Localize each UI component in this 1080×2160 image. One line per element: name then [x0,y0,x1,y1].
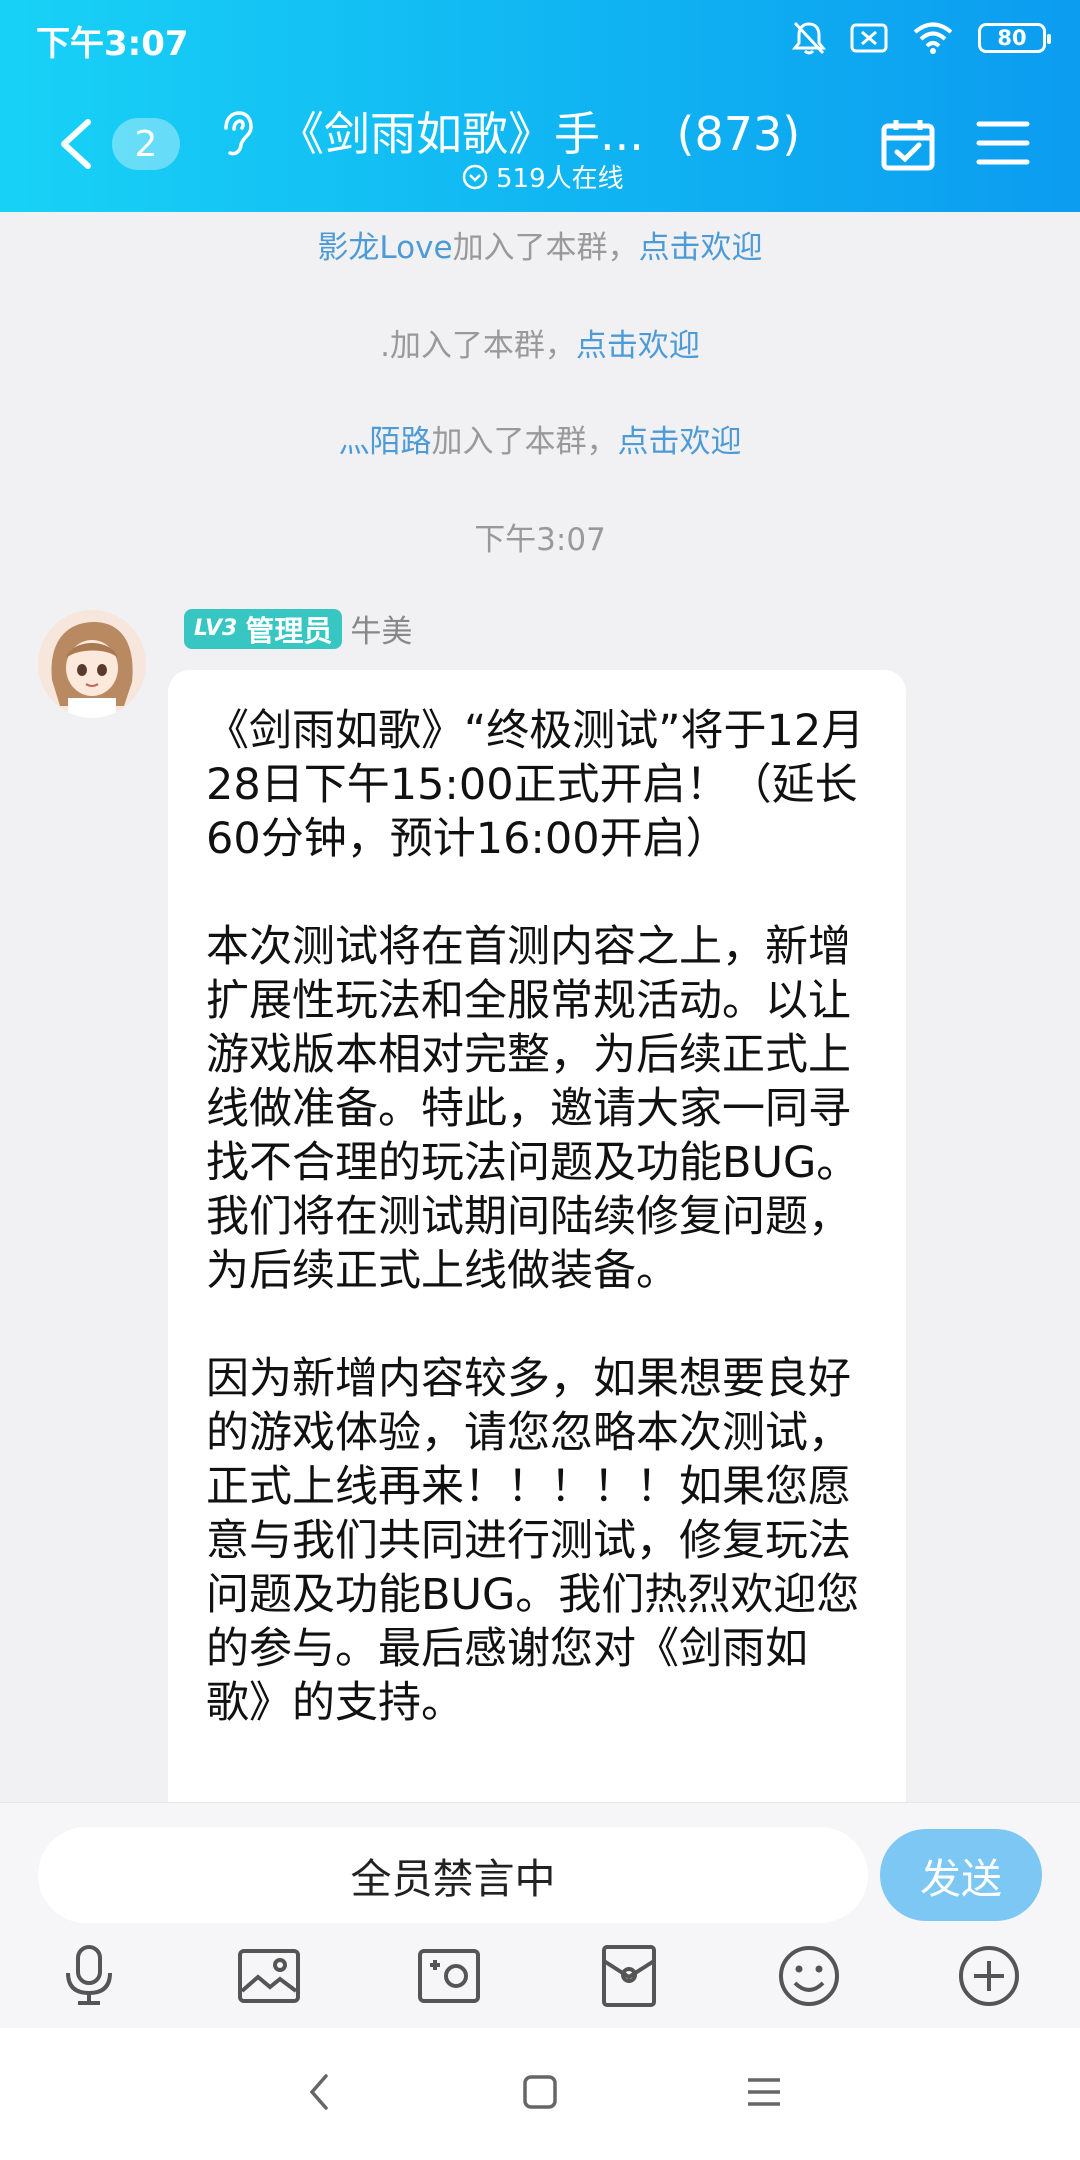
system-navigation-bar [0,2028,1080,2160]
message-paragraph: 《剑雨如歌》“终极测试”将于12月28日下午15:00正式开启！（延长60分钟，… [206,706,865,864]
role-badge: LV3 管理员 [184,608,343,649]
system-text: 加入了本群， [452,230,639,266]
system-message: 灬陌路加入了本群，点击欢迎 [0,416,1080,461]
battery-level: 80 [997,26,1027,50]
online-text: 519人在线 [496,164,624,194]
chat-header: 下午3:07 80 2 《剑雨如歌》手... (873) 519人在线 [0,0,1080,212]
input-toolbar [0,1943,1080,2021]
nav-menu-icon[interactable] [740,2068,788,2116]
group-title[interactable]: 《剑雨如歌》手... (873) [278,98,801,164]
online-count: 519人在线 [462,158,624,195]
avatar-image [38,610,146,718]
member-name[interactable]: 灬陌路 [339,424,432,460]
ear-icon [224,111,253,156]
red-packet-icon[interactable] [596,1943,662,2009]
unread-count-badge[interactable]: 2 [112,118,180,170]
battery-icon: 80 [978,23,1051,53]
status-time: 下午3:07 [36,24,189,64]
level-label: LV3 [194,616,238,641]
welcome-link[interactable]: 点击欢迎 [576,328,700,364]
system-message: .加入了本群，点击欢迎 [0,320,1080,365]
back-icon[interactable] [52,116,102,172]
time-divider: 下午3:07 [474,522,606,558]
send-button[interactable]: 发送 [880,1829,1042,1921]
bell-muted-icon [792,21,826,55]
status-icons: 80 [792,18,1051,58]
sender-info: LV3 管理员 牛美 [184,606,412,651]
input-area: 全员禁言中 发送 [0,1802,1080,2028]
menu-icon[interactable] [976,118,1030,168]
microphone-icon[interactable] [56,1943,122,2009]
nav-back-icon[interactable] [296,2068,344,2116]
chat-messages[interactable]: 影龙Love加入了本群，点击欢迎 .加入了本群，点击欢迎 灬陌路加入了本群，点击… [0,212,1080,1802]
sender-name[interactable]: 牛美 [350,606,412,651]
system-text: 加入了本群， [431,424,618,460]
camera-icon[interactable] [416,1943,482,2009]
group-name: 《剑雨如歌》手... [278,107,644,161]
plus-icon[interactable] [956,1943,1022,2009]
avatar[interactable] [38,610,146,718]
chevron-down-circle-icon [462,164,488,189]
welcome-link[interactable]: 点击欢迎 [639,230,763,266]
role-label: 管理员 [245,613,333,648]
system-message: 影龙Love加入了本群，点击欢迎 [0,222,1080,267]
message-bubble[interactable]: 《剑雨如歌》“终极测试”将于12月28日下午15:00正式开启！（延长60分钟，… [168,670,906,1802]
title-bar: 2 《剑雨如歌》手... (873) 519人在线 [0,86,1080,206]
wifi-icon [913,22,953,54]
message-paragraph: 因为新增内容较多，如果想要良好的游戏体验，请您忽略本次测试，正式上线再来！！！！… [206,1354,860,1728]
calendar-check-icon[interactable] [880,116,936,172]
nav-home-icon[interactable] [516,2068,564,2116]
message-input-muted[interactable]: 全员禁言中 [38,1827,868,1923]
status-bar: 下午3:07 80 [0,0,1080,76]
member-count: (873) [676,107,801,161]
system-text: .加入了本群， [380,328,576,364]
sim-off-icon [850,23,888,53]
message-paragraph: 本次测试将在首测内容之上，新增扩展性玩法和全服常规活动。以让游戏版本相对完整，为… [206,922,860,1296]
welcome-link[interactable]: 点击欢迎 [618,424,742,460]
image-icon[interactable] [236,1943,302,2009]
emoji-icon[interactable] [776,1943,842,2009]
member-name[interactable]: 影龙Love [317,230,452,266]
